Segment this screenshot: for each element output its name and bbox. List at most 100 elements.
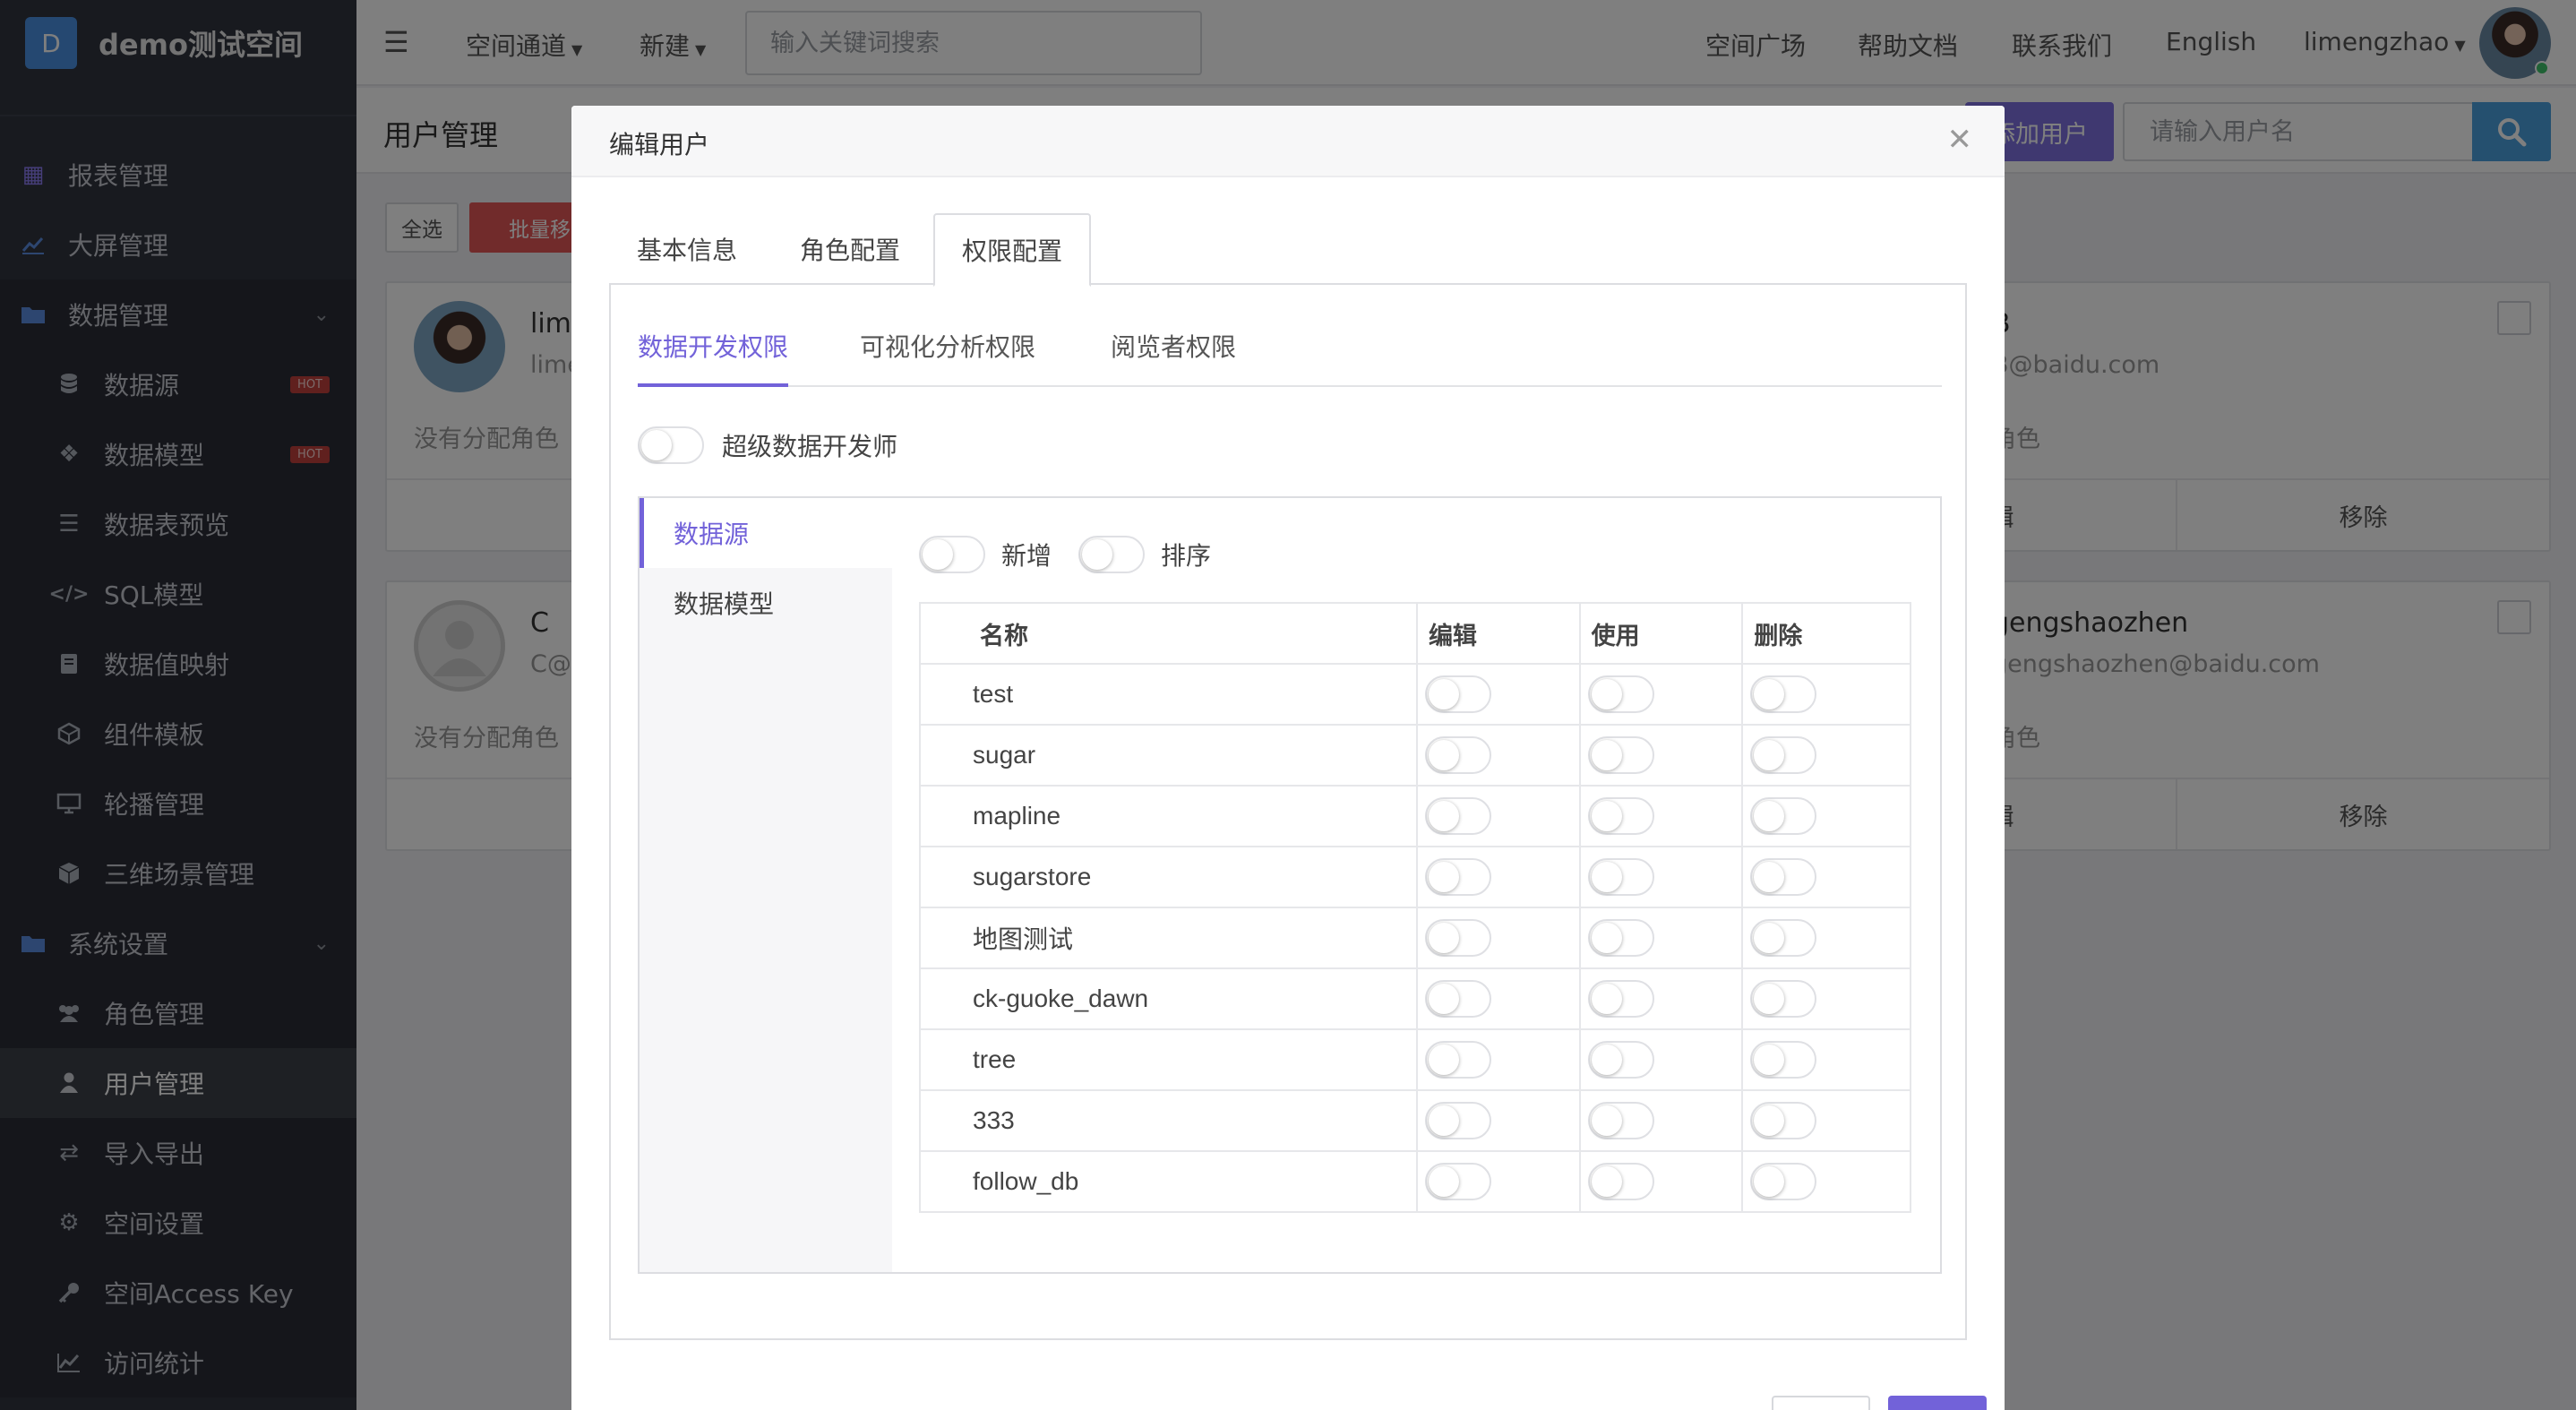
- toggle-knob: [1428, 1045, 1459, 1075]
- delete-permission-toggle[interactable]: [1750, 1163, 1817, 1200]
- delete-permission-cell: [1741, 846, 1911, 908]
- edit-permission-cell: [1415, 1089, 1581, 1152]
- column-header-use: 使用: [1578, 602, 1744, 665]
- use-permission-toggle[interactable]: [1587, 1041, 1654, 1079]
- tab-data-dev-permission[interactable]: 数据开发权限: [638, 328, 789, 387]
- create-toggle[interactable]: [919, 536, 985, 573]
- delete-permission-toggle[interactable]: [1750, 1041, 1817, 1079]
- permission-table-body: test sugar mapline sugarstore 地图测试 ck-guoke_d…: [919, 663, 1911, 1213]
- confirm-button[interactable]: [1888, 1396, 1987, 1410]
- toggle-knob: [1591, 862, 1622, 892]
- toggle-knob: [1591, 984, 1622, 1014]
- edit-permission-cell: [1415, 846, 1581, 908]
- toggle-knob: [1754, 740, 1785, 770]
- tab-visual-analysis-permission[interactable]: 可视化分析权限: [860, 328, 1035, 387]
- dialog-title: 编辑用户: [609, 130, 710, 159]
- delete-permission-toggle[interactable]: [1750, 858, 1817, 896]
- table-row: ck-guoke_dawn: [919, 967, 1911, 1030]
- delete-permission-toggle[interactable]: [1750, 1102, 1817, 1139]
- toggle-knob: [1591, 1105, 1622, 1136]
- tab-basic-info[interactable]: 基本信息: [609, 213, 765, 285]
- toggle-knob: [1754, 1105, 1785, 1136]
- use-permission-toggle[interactable]: [1587, 1102, 1654, 1139]
- table-row: 333: [919, 1089, 1911, 1152]
- column-header-delete: 删除: [1741, 602, 1911, 665]
- cancel-button[interactable]: [1772, 1396, 1870, 1410]
- toggle-knob: [641, 430, 672, 460]
- delete-permission-cell: [1741, 1089, 1911, 1152]
- use-permission-toggle[interactable]: [1587, 736, 1654, 774]
- use-permission-cell: [1578, 907, 1744, 969]
- table-row: sugarstore: [919, 846, 1911, 908]
- use-permission-toggle[interactable]: [1587, 675, 1654, 713]
- close-icon[interactable]: ✕: [1947, 122, 1973, 158]
- global-permission-toggles: 新增 排序: [919, 536, 1238, 573]
- nav-item-datasource[interactable]: 数据源: [640, 498, 892, 568]
- edit-permission-toggle[interactable]: [1424, 1041, 1491, 1079]
- use-permission-cell: [1578, 1028, 1744, 1091]
- edit-permission-cell: [1415, 663, 1581, 726]
- tab-permission-config[interactable]: 权限配置: [933, 213, 1091, 287]
- use-permission-toggle[interactable]: [1587, 980, 1654, 1018]
- edit-permission-cell: [1415, 785, 1581, 847]
- resource-permission-box: 数据源 数据模型 新增 排序 名称 编辑 使用 删除 test sugar ma…: [638, 496, 1942, 1274]
- datasource-name: sugar: [919, 724, 1418, 787]
- use-permission-toggle[interactable]: [1587, 919, 1654, 957]
- delete-permission-toggle[interactable]: [1750, 797, 1817, 835]
- datasource-name: 地图测试: [919, 907, 1418, 969]
- use-permission-toggle[interactable]: [1587, 797, 1654, 835]
- datasource-name: ck-guoke_dawn: [919, 967, 1418, 1030]
- edit-permission-toggle[interactable]: [1424, 736, 1491, 774]
- toggle-knob: [1754, 801, 1785, 831]
- datasource-name: sugarstore: [919, 846, 1418, 908]
- use-permission-toggle[interactable]: [1587, 1163, 1654, 1200]
- use-permission-cell: [1578, 1150, 1744, 1213]
- datasource-name: tree: [919, 1028, 1418, 1091]
- edit-permission-toggle[interactable]: [1424, 797, 1491, 835]
- edit-permission-toggle[interactable]: [1424, 675, 1491, 713]
- edit-permission-toggle[interactable]: [1424, 980, 1491, 1018]
- delete-permission-toggle[interactable]: [1750, 675, 1817, 713]
- sort-toggle[interactable]: [1078, 536, 1146, 573]
- edit-permission-cell: [1415, 1028, 1581, 1091]
- delete-permission-toggle[interactable]: [1750, 919, 1817, 957]
- toggle-knob: [1428, 1105, 1459, 1136]
- delete-permission-cell: [1741, 785, 1911, 847]
- edit-permission-cell: [1415, 724, 1581, 787]
- delete-permission-cell: [1741, 967, 1911, 1030]
- super-developer-toggle[interactable]: [638, 426, 704, 464]
- datasource-name: 333: [919, 1089, 1418, 1152]
- table-row: test: [919, 663, 1911, 726]
- edit-user-dialog: 编辑用户 ✕ 基本信息 角色配置 权限配置 数据开发权限 可视化分析权限 阅览者…: [571, 106, 2005, 1410]
- toggle-knob: [1428, 801, 1459, 831]
- permission-table: 名称 编辑 使用 删除 test sugar mapline sugarstore 地图…: [919, 602, 1911, 1213]
- edit-permission-toggle[interactable]: [1424, 919, 1491, 957]
- resource-permission-main: 新增 排序 名称 编辑 使用 删除 test sugar mapline sugars…: [892, 498, 1940, 1272]
- use-permission-cell: [1578, 1089, 1744, 1152]
- table-row: sugar: [919, 724, 1911, 787]
- edit-permission-toggle[interactable]: [1424, 858, 1491, 896]
- edit-permission-toggle[interactable]: [1424, 1102, 1491, 1139]
- tab-role-config[interactable]: 角色配置: [772, 213, 928, 285]
- delete-permission-toggle[interactable]: [1750, 736, 1817, 774]
- table-row: 地图测试: [919, 907, 1911, 969]
- toggle-knob: [1754, 862, 1785, 892]
- toggle-knob: [1754, 984, 1785, 1014]
- nav-item-datamodel[interactable]: 数据模型: [640, 568, 892, 638]
- toggle-knob: [1428, 1166, 1459, 1197]
- datasource-name: follow_db: [919, 1150, 1418, 1213]
- toggle-knob: [1428, 740, 1459, 770]
- use-permission-cell: [1578, 967, 1744, 1030]
- edit-permission-cell: [1415, 967, 1581, 1030]
- use-permission-toggle[interactable]: [1587, 858, 1654, 896]
- delete-permission-toggle[interactable]: [1750, 980, 1817, 1018]
- datasource-name: test: [919, 663, 1418, 726]
- edit-permission-toggle[interactable]: [1424, 1163, 1491, 1200]
- toggle-knob: [1428, 679, 1459, 709]
- toggle-knob: [1754, 1045, 1785, 1075]
- permission-sub-tabs: 数据开发权限 可视化分析权限 阅览者权限: [638, 328, 1942, 387]
- tab-viewer-permission[interactable]: 阅览者权限: [1111, 328, 1236, 387]
- delete-permission-cell: [1741, 1028, 1911, 1091]
- toggle-knob: [1591, 740, 1622, 770]
- use-permission-cell: [1578, 785, 1744, 847]
